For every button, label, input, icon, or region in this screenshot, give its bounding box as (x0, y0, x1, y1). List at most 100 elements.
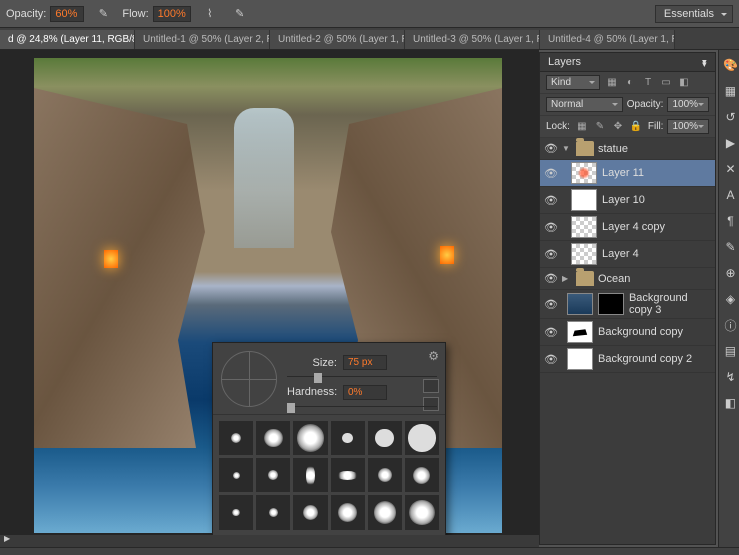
layer-thumbnail[interactable] (571, 162, 597, 184)
layer-thumbnail[interactable] (571, 216, 597, 238)
lock-transparent-icon[interactable]: ▦ (574, 120, 590, 134)
brush-preset[interactable] (219, 421, 253, 455)
folder-icon (576, 141, 594, 156)
brush-preset[interactable] (293, 495, 327, 529)
layer-thumbnail[interactable] (567, 348, 593, 370)
layer-row[interactable]: 👁 Layer 4 (540, 241, 715, 268)
layer-fill-value[interactable]: 100% (667, 119, 709, 134)
brush-preset[interactable] (368, 458, 402, 492)
layer-row[interactable]: 👁 Background copy 2 (540, 346, 715, 373)
filter-adjust-icon[interactable]: ◐ (622, 76, 638, 90)
visibility-icon[interactable]: 👁 (544, 221, 558, 234)
brushes-panel-icon[interactable]: ✎ (719, 236, 739, 258)
layer-row[interactable]: 👁 Layer 11 (540, 160, 715, 187)
tab-2[interactable]: Untitled-2 @ 50% (Layer 1, R...× (270, 30, 405, 49)
blend-mode-select[interactable]: Normal (546, 97, 623, 112)
brush-preset[interactable] (293, 458, 327, 492)
layer-thumbnail[interactable] (571, 189, 597, 211)
character-panel-icon[interactable]: A (719, 184, 739, 206)
brush-preset[interactable] (368, 421, 402, 455)
gear-icon[interactable]: ⚙ (428, 349, 439, 363)
actions-panel-icon[interactable]: ▶ (719, 132, 739, 154)
clone-panel-icon[interactable]: ⊕ (719, 262, 739, 284)
visibility-icon[interactable]: 👁 (544, 298, 558, 311)
filter-pixel-icon[interactable]: ▦ (604, 76, 620, 90)
brush-preset[interactable] (256, 421, 290, 455)
visibility-icon[interactable]: 👁 (544, 194, 558, 207)
visibility-icon[interactable]: 👁 (544, 326, 558, 339)
filter-shape-icon[interactable]: ▭ (658, 76, 674, 90)
visibility-icon[interactable]: 👁 (544, 272, 558, 285)
pressure-opacity-icon[interactable]: ✎ (92, 4, 114, 24)
lock-position-icon[interactable]: ✥ (610, 120, 626, 134)
visibility-icon[interactable]: 👁 (544, 167, 558, 180)
tab-4[interactable]: Untitled-4 @ 50% (Layer 1, R...× (540, 30, 675, 49)
opacity-value[interactable]: 60% (50, 6, 84, 22)
hardness-value[interactable]: 0% (343, 385, 387, 400)
brush-preset[interactable] (331, 495, 365, 529)
tab-1[interactable]: Untitled-1 @ 50% (Layer 2, R...× (135, 30, 270, 49)
layer-row[interactable]: 👁 Layer 4 copy (540, 214, 715, 241)
brush-preset[interactable] (331, 458, 365, 492)
airbrush-icon[interactable]: ⌇ (199, 4, 221, 24)
paths-panel-icon[interactable]: ↯ (719, 366, 739, 388)
flow-value[interactable]: 100% (153, 6, 191, 22)
tab-0[interactable]: d @ 24,8% (Layer 11, RGB/8#) *× (0, 30, 135, 49)
visibility-icon[interactable]: 👁 (544, 248, 558, 261)
brush-preset[interactable] (219, 458, 253, 492)
tab-3[interactable]: Untitled-3 @ 50% (Layer 1, R...× (405, 30, 540, 49)
layers-panel-header[interactable]: Layers ▸▸ (540, 53, 715, 72)
horizontal-scrollbar[interactable] (0, 535, 539, 547)
layer-thumbnail[interactable] (567, 321, 593, 343)
brush-preset[interactable] (293, 421, 327, 455)
layer-thumbnail[interactable] (567, 293, 593, 315)
new-preset-icon[interactable] (423, 379, 439, 393)
layers-panel-icon[interactable]: ◧ (719, 392, 739, 414)
filter-kind-select[interactable]: Kind (546, 75, 600, 90)
size-value[interactable]: 75 px (343, 355, 387, 370)
document-tabs: d @ 24,8% (Layer 11, RGB/8#) *× Untitled… (0, 28, 739, 50)
layer-thumbnail[interactable] (571, 243, 597, 265)
layer-row[interactable]: 👁 Background copy 3 (540, 290, 715, 319)
lock-all-icon[interactable]: 🔒 (628, 120, 644, 134)
layer-opacity-value[interactable]: 100% (667, 97, 709, 112)
filter-type-icon[interactable]: T (640, 76, 656, 90)
brush-angle-control[interactable] (221, 351, 277, 407)
swatches-panel-icon[interactable]: ▦ (719, 80, 739, 102)
layer-group[interactable]: 👁 ▼ statue (540, 138, 715, 160)
visibility-icon[interactable]: 👁 (544, 353, 558, 366)
navigator-panel-icon[interactable]: ◈ (719, 288, 739, 310)
size-slider[interactable] (287, 376, 437, 377)
brush-preset[interactable] (405, 495, 439, 529)
visibility-icon[interactable]: 👁 (544, 142, 558, 155)
pressure-size-icon[interactable]: ✎ (229, 4, 251, 24)
color-panel-icon[interactable]: 🎨 (719, 54, 739, 76)
toggle-icon[interactable] (423, 397, 439, 411)
brush-preset[interactable] (256, 495, 290, 529)
info-panel-icon[interactable]: ⓘ (719, 314, 739, 336)
brush-presets-grid: 25 50 (213, 415, 445, 533)
brush-preset[interactable] (219, 495, 253, 529)
canvas-area[interactable]: ⚙ Size: 75 px Hardness: 0% (0, 50, 539, 547)
chevron-right-icon[interactable]: ▶ (562, 274, 572, 283)
workspace-switcher[interactable]: Essentials (655, 5, 733, 23)
layer-mask-thumbnail[interactable] (598, 293, 624, 315)
brush-preset[interactable] (405, 458, 439, 492)
lock-pixels-icon[interactable]: ✎ (592, 120, 608, 134)
layer-row[interactable]: 👁 Background copy (540, 319, 715, 346)
hardness-slider[interactable] (287, 406, 437, 407)
history-panel-icon[interactable]: ↺ (719, 106, 739, 128)
brush-preset[interactable] (368, 495, 402, 529)
layer-group[interactable]: 👁 ▶ Ocean (540, 268, 715, 290)
brush-preset[interactable] (256, 458, 290, 492)
channels-panel-icon[interactable]: ▤ (719, 340, 739, 362)
brush-preset[interactable] (405, 421, 439, 455)
chevron-down-icon[interactable]: ▼ (562, 144, 572, 153)
layer-row[interactable]: 👁 Layer 10 (540, 187, 715, 214)
properties-panel-icon[interactable]: ✕ (719, 158, 739, 180)
filter-smart-icon[interactable]: ◧ (676, 76, 692, 90)
brush-preset[interactable] (331, 421, 365, 455)
paragraph-panel-icon[interactable]: ¶ (719, 210, 739, 232)
panel-menu-icon[interactable]: ▸▸ (699, 59, 710, 64)
layers-panel: Layers ▸▸ Kind ▦ ◐ T ▭ ◧ Normal Opacity: (539, 52, 716, 545)
